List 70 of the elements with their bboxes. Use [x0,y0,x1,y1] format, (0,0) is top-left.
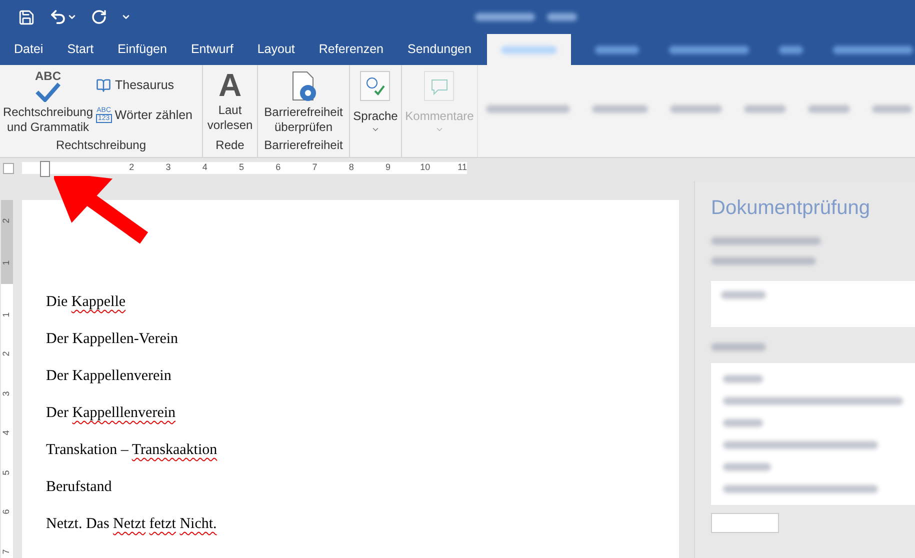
thesaurus-button[interactable]: Thesaurus [96,76,192,95]
blurred-text [723,463,771,471]
ruler-number: 5 [238,161,245,174]
document-line: Die Kappelle [46,293,127,312]
blurred-text [808,105,850,113]
ruler-number: 2 [0,218,12,224]
ruler-number: 6 [274,161,282,174]
document-line: Der Kappelllenverein [46,404,177,423]
checkmark-icon [35,82,61,102]
document-line: Der Kappellen-Verein [46,330,180,349]
blurred-text [475,13,535,21]
blurred-text [592,105,648,113]
comment-icon [424,71,454,101]
group-label: Barrierefreiheit [264,137,343,154]
blurred-text [872,105,912,113]
blurred-text [670,105,722,113]
ruler-number: 4 [0,430,12,436]
ruler-number: 1 [0,312,12,317]
ribbon-tab[interactable]: Start [55,34,106,65]
blurred-text [547,13,577,21]
undo-icon[interactable] [49,8,67,26]
group-label: Rede [216,137,244,154]
document-accessibility-icon [290,71,318,103]
caret-icon [370,125,380,134]
ruler-number: 1 [0,260,12,266]
ribbon-tab[interactable]: Sendungen [396,34,484,65]
redo-icon[interactable] [91,9,107,25]
ribbon-tab[interactable]: Einfügen [106,34,179,65]
ruler-number: 3 [164,161,172,174]
spelling-grammar-button[interactable]: ABC Rechtschreibung und Grammatik [0,70,96,136]
blurred-text [723,419,763,427]
document-line: Netzt. Das Netzt fetzt Nicht. [46,515,218,534]
blurred-text [723,375,763,383]
language-button[interactable]: Sprache [353,71,398,134]
ruler-number: 5 [0,470,12,475]
ruler-number: 2 [128,161,136,174]
ruler-number: 6 [0,509,12,514]
ruler-number: 10 [420,161,430,174]
ribbon-tab[interactable]: Referenzen [306,34,396,65]
read-aloud-button[interactable]: A Laut vorlesen [205,65,255,136]
ribbon-tab[interactable]: Entwurf [178,34,246,65]
document-line: Berufstand [46,478,113,497]
ribbon-tab[interactable]: Datei [2,34,56,65]
document-line: Der Kappellenverein [46,367,172,386]
ruler-number: 9 [384,161,392,174]
blurred-text [595,46,640,54]
indent-marker[interactable] [40,161,50,177]
ruler-number: 7 [311,161,318,174]
blurred-text [711,343,766,351]
ruler-number: 7 [0,548,12,554]
blurred-text [501,46,558,54]
ribbon-tab[interactable]: Layout [245,34,307,65]
accessibility-check-button[interactable]: Barrierefreiheit überprüfen [258,65,348,136]
customize-caret-icon[interactable] [121,12,131,22]
ruler-number: 11 [458,161,467,174]
save-icon[interactable] [18,8,35,26]
document-line: Transkation – Transkaaktion [46,441,218,460]
ruler-number: 2 [0,351,12,356]
ruler-number: 4 [201,161,208,174]
pane-title: Dokumentprüfung [711,196,871,221]
blurred-text [721,291,766,299]
group-label: Rechtschreibung [54,137,148,154]
caret-icon [434,125,444,134]
ruler-number: 3 [0,390,12,396]
blurred-text [744,105,786,113]
blurred-text [779,46,804,54]
book-icon [96,78,111,93]
language-icon [360,71,390,101]
caret-icon[interactable] [67,12,77,22]
ruler-number: 8 [348,161,355,174]
